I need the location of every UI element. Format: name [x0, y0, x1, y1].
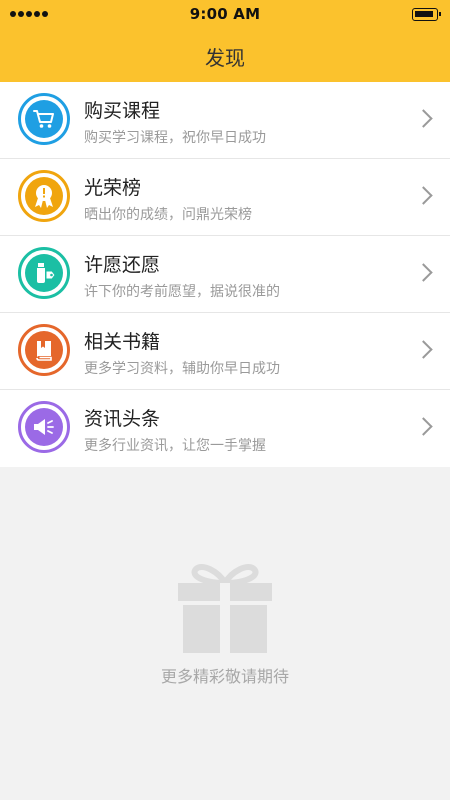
chevron-right-icon: [414, 109, 433, 128]
top-header: 9:00 AM 发现: [0, 0, 450, 82]
list-item-books[interactable]: 相关书籍 更多学习资料，辅助你早日成功: [0, 313, 450, 390]
list-item-title: 光荣榜: [84, 177, 142, 199]
list-item-subtitle: 晒出你的成绩，问鼎光荣榜: [84, 207, 252, 223]
list-item-subtitle: 许下你的考前愿望，据说很准的: [84, 284, 280, 300]
chevron-right-icon: [414, 417, 433, 436]
list-item-title: 许愿还愿: [84, 254, 161, 276]
discover-list: 购买课程 购买学习课程，祝你早日成功 光荣榜 晒出你的成绩，问鼎光荣榜 许愿还愿…: [0, 82, 450, 467]
status-time: 9:00 AM: [189, 5, 261, 23]
list-item-news[interactable]: 资讯头条 更多行业资讯，让您一手掌握: [0, 390, 450, 467]
page-title: 发现: [205, 46, 245, 70]
book-icon: [18, 324, 70, 376]
battery-icon: [412, 8, 441, 21]
list-item-wishes[interactable]: 许愿还愿 许下你的考前愿望，据说很准的: [0, 236, 450, 313]
megaphone-icon: [18, 401, 70, 453]
list-item-title: 资讯头条: [84, 408, 161, 430]
medal-icon: [18, 170, 70, 222]
chevron-right-icon: [414, 186, 433, 205]
cart-icon: [18, 93, 70, 145]
list-item-honor-roll[interactable]: 光荣榜 晒出你的成绩，问鼎光荣榜: [0, 159, 450, 236]
list-item-buy-courses[interactable]: 购买课程 购买学习课程，祝你早日成功: [0, 82, 450, 159]
list-item-subtitle: 更多学习资料，辅助你早日成功: [84, 361, 280, 377]
wish-bottle-icon: [18, 247, 70, 299]
gift-icon: [178, 563, 272, 653]
list-item-title: 购买课程: [84, 100, 161, 122]
empty-state-text: 更多精彩敬请期待: [160, 667, 289, 686]
list-item-subtitle: 更多行业资讯，让您一手掌握: [84, 438, 266, 454]
chevron-right-icon: [414, 263, 433, 282]
list-item-subtitle: 购买学习课程，祝你早日成功: [84, 130, 266, 146]
discover-screen: 9:00 AM 发现 购买课程 购买学习课程，祝你早日成功 光荣榜 晒出你的成绩…: [0, 0, 450, 800]
status-bar: 9:00 AM: [0, 0, 450, 28]
empty-state: 更多精彩敬请期待: [0, 465, 450, 800]
list-item-title: 相关书籍: [84, 331, 161, 353]
chevron-right-icon: [414, 340, 433, 359]
